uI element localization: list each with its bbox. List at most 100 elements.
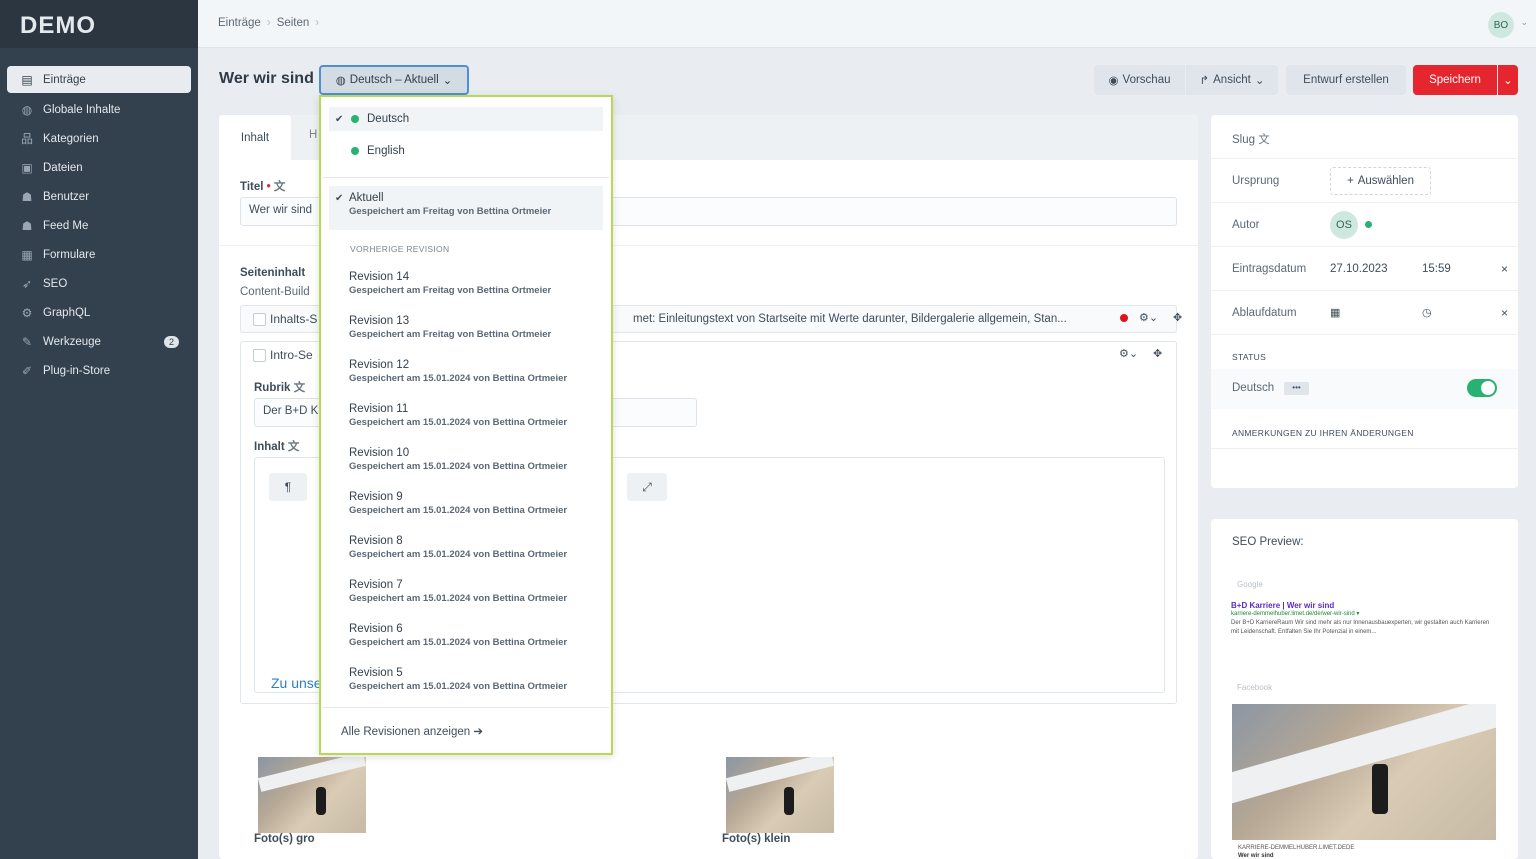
block-1-checkbox[interactable] xyxy=(253,313,266,327)
sidebar-item-benutzer[interactable]: ☗ Benutzer xyxy=(7,182,191,211)
post-date-input[interactable]: 27.10.2023 xyxy=(1330,263,1388,275)
status-toggle[interactable] xyxy=(1467,379,1497,397)
move-icon[interactable]: ✥ xyxy=(1173,311,1182,324)
plug-icon: ✐ xyxy=(21,363,33,378)
sidebar-item-einträge[interactable]: ▤ Einträge xyxy=(7,66,191,93)
translate-icon: 文 xyxy=(1258,134,1270,146)
revision-meta: Gespeichert am Freitag von Bettina Ortme… xyxy=(349,285,552,296)
seo-icon: ➶ xyxy=(21,276,33,291)
title-field-label: Titel • 文 xyxy=(240,178,285,194)
notes-heading: ANMERKUNGEN ZU IHREN ÄNDERUNGEN xyxy=(1232,428,1414,438)
sidebar-item-plug-in-store[interactable]: ✐ Plug-in-Store xyxy=(7,356,191,385)
breadcrumb-pages[interactable]: Seiten xyxy=(277,17,310,29)
sidebar-item-graphql[interactable]: ⚙ GraphQL xyxy=(7,298,191,327)
clear-icon[interactable]: × xyxy=(1501,306,1508,320)
photo-large-thumbnail[interactable] xyxy=(258,757,366,833)
menu-item-revision[interactable]: Revision 11 Gespeichert am 15.01.2024 von… xyxy=(329,397,603,434)
app-logo[interactable]: DEMO xyxy=(0,0,198,48)
sidebar: DEMO ▤ Einträge ◍ Globale Inhalte 品 Kategorie… xyxy=(0,0,198,859)
menu-item-revision[interactable]: Revision 14 Gespeichert am Freitag von Be… xyxy=(329,265,603,302)
menu-item-revision[interactable]: Revision 6 Gespeichert am 15.01.2024 von … xyxy=(329,617,603,654)
google-label: Google xyxy=(1237,580,1263,589)
author-status-dot xyxy=(1365,221,1372,228)
chevron-down-icon[interactable]: ⌄ xyxy=(1520,17,1528,28)
menu-item-revision[interactable]: Revision 12 Gespeichert am 15.01.2024 von… xyxy=(329,353,603,390)
facebook-label: Facebook xyxy=(1237,683,1273,692)
sidebar-item-label: Dateien xyxy=(43,161,83,174)
graphql-icon: ⚙ xyxy=(21,305,33,320)
view-button[interactable]: ↱ Ansicht ⌄ xyxy=(1186,65,1278,95)
menu-item-language-en[interactable]: English xyxy=(329,139,603,163)
share-icon: ↱ xyxy=(1199,75,1210,87)
sidebar-item-formulare[interactable]: ▦ Formulare xyxy=(7,240,191,269)
author-row: Autor OS xyxy=(1211,203,1518,247)
tab-content[interactable]: Inhalt xyxy=(219,115,291,160)
more-icon[interactable]: ••• xyxy=(1284,382,1309,395)
sidebar-item-werkzeuge[interactable]: ✎ Werkzeuge 2 xyxy=(7,327,191,356)
block-1-header: Inhalts-S xyxy=(253,312,317,327)
notes-input[interactable] xyxy=(1211,448,1518,488)
post-time-input[interactable]: 15:59 xyxy=(1422,263,1451,275)
rubrik-label-text: Rubrik xyxy=(254,382,291,394)
revision-meta: Gespeichert am 15.01.2024 von Bettina Or… xyxy=(349,505,568,516)
sidebar-item-label: Kategorien xyxy=(43,132,99,145)
meta-panel: Slug 文 Ursprung + Auswählen Autor OS Eint… xyxy=(1211,115,1518,488)
breadcrumb-entries[interactable]: Einträge xyxy=(218,17,261,29)
page-title: Wer wir sind xyxy=(219,70,314,87)
photo-small-thumbnail[interactable] xyxy=(726,757,834,833)
editor-link[interactable]: Zu unse xyxy=(271,675,322,691)
revision-label: Revision 10 xyxy=(349,447,410,459)
menu-item-revision[interactable]: Revision 7 Gespeichert am 15.01.2024 von … xyxy=(329,573,603,610)
revision-meta: Gespeichert am 15.01.2024 von Bettina Or… xyxy=(349,637,568,648)
menu-item-revision[interactable]: Revision 13 Gespeichert am Freitag von Be… xyxy=(329,309,603,346)
page-content-label: Seiteninhalt xyxy=(240,267,306,279)
title-label-text: Titel xyxy=(240,181,264,193)
seo-google-description: Der B+D KarriereRaum Wir sind mehr als n… xyxy=(1231,620,1490,635)
revision-meta: Gespeichert am Freitag von Bettina Ortme… xyxy=(349,329,552,340)
clock-icon[interactable]: ◷ xyxy=(1422,306,1432,319)
paragraph-icon[interactable]: ¶ xyxy=(269,473,307,501)
sidebar-item-seo[interactable]: ➶ SEO xyxy=(7,269,191,298)
menu-item-revision[interactable]: Revision 9 Gespeichert am 15.01.2024 von … xyxy=(329,485,603,522)
required-indicator: • xyxy=(266,181,271,193)
tab-second[interactable]: H xyxy=(309,129,317,141)
choose-origin-button[interactable]: + Auswählen xyxy=(1330,167,1431,195)
calendar-icon[interactable]: ▦ xyxy=(1330,306,1340,319)
menu-item-revision[interactable]: Revision 10 Gespeichert am 15.01.2024 von… xyxy=(329,441,603,478)
expand-icon[interactable]: ⤢ xyxy=(627,473,667,501)
create-draft-button[interactable]: Entwurf erstellen xyxy=(1286,65,1406,95)
save-menu-chevron-icon[interactable]: ⌄ xyxy=(1498,65,1518,95)
menu-item-current[interactable]: ✔ Aktuell Gespeichert am Freitag von Bet… xyxy=(329,186,603,230)
slug-label-text: Slug xyxy=(1232,134,1256,146)
clear-icon[interactable]: × xyxy=(1501,262,1508,276)
menu-item-revision[interactable]: Revision 5 Gespeichert am 15.01.2024 von … xyxy=(329,661,603,698)
sidebar-item-dateien[interactable]: ▣ Dateien xyxy=(7,153,191,182)
show-all-revisions-link[interactable]: Alle Revisionen anzeigen ➔ xyxy=(341,724,483,738)
preview-button[interactable]: ◉ Vorschau xyxy=(1094,65,1185,95)
status-dot xyxy=(351,146,359,155)
gear-icon[interactable]: ⚙⌄ xyxy=(1139,311,1158,324)
sidebar-item-kategorien[interactable]: 品 Kategorien xyxy=(7,124,191,153)
block-2-checkbox[interactable] xyxy=(253,349,266,363)
arrow-right-icon: ➔ xyxy=(473,726,483,738)
menu-item-revision[interactable]: Revision 8 Gespeichert am 15.01.2024 von … xyxy=(329,529,603,566)
image-icon: ▣ xyxy=(21,160,33,175)
top-bar: Einträge › Seiten › BO ⌄ xyxy=(198,0,1536,48)
sidebar-item-globale-inhalte[interactable]: ◍ Globale Inhalte xyxy=(7,95,191,124)
site-revision-menu-button[interactable]: ◍ Deutsch – Aktuell ⌄ xyxy=(319,65,469,95)
save-button[interactable]: Speichern xyxy=(1413,65,1497,95)
chevron-right-icon: › xyxy=(266,17,271,29)
sidebar-item-label: Formulare xyxy=(43,248,96,261)
show-all-label: Alle Revisionen anzeigen xyxy=(341,726,471,738)
sitemap-icon: 品 xyxy=(20,132,33,146)
user-avatar[interactable]: BO xyxy=(1488,12,1514,38)
wrench-icon: ✎ xyxy=(21,334,33,349)
feedme-icon: ☗ xyxy=(21,218,33,233)
language-label: Deutsch xyxy=(367,113,410,125)
revision-meta: Gespeichert am 15.01.2024 von Bettina Or… xyxy=(349,681,568,692)
move-icon[interactable]: ✥ xyxy=(1153,347,1162,360)
menu-item-language-de[interactable]: ✔ Deutsch xyxy=(329,107,603,131)
sidebar-item-feed-me[interactable]: ☗ Feed Me xyxy=(7,211,191,240)
gear-icon[interactable]: ⚙⌄ xyxy=(1119,347,1138,360)
author-avatar[interactable]: OS xyxy=(1330,211,1358,239)
